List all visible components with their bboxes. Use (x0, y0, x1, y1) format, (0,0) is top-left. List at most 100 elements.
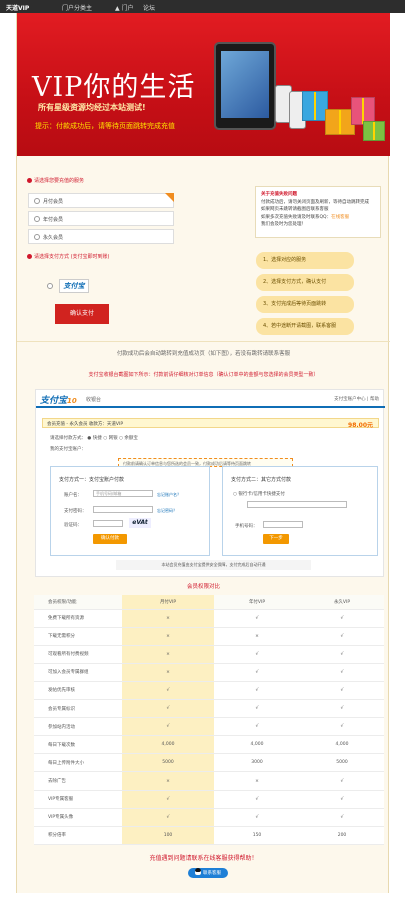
comparison-value: 5000 (122, 753, 214, 773)
comparison-value: √ (214, 699, 300, 719)
radio-icon[interactable] (34, 216, 40, 222)
tablet-image (214, 42, 276, 130)
comparison-feature: 可加入会员专属群组 (34, 663, 122, 682)
radio-icon[interactable] (47, 283, 53, 289)
notice-line: 付款成功后，请勿关闭页面及刷新，等待自动跳转完成 (261, 199, 369, 205)
comparison-header: 会员权限/功能 (34, 595, 122, 610)
comparison-row: 下载无需积分 × × √ (34, 627, 384, 646)
comparison-value: 4,000 (214, 735, 300, 755)
comparison-title: 会员权限对比 (186, 584, 220, 590)
comparison-row: 积分倍率 100 150 200 (34, 826, 384, 846)
notice-line: 如果多次充值失败请及时联系QQ：在线客服 (261, 214, 375, 222)
comparison-row: 可观看所有付费视频 × √ √ (34, 645, 384, 664)
nav-item-portal-category[interactable]: 门户分类主 (62, 3, 92, 12)
notice-box: 关于充值失败问题 付款成功后，请勿关闭页面及刷新，等待自动跳转完成 如果网页未跳… (255, 186, 381, 238)
comparison-value: √ (300, 645, 384, 664)
confirm-pay-button[interactable]: 确认支付 (55, 304, 109, 324)
alipay-order-bar: 会员充值 - 永久会员 收款方：天道VIP 98.00元 (42, 418, 379, 429)
top-nav-bar: 天道VIP 门户分类主 ▲ 门户 论坛 (0, 0, 405, 13)
comparison-value: √ (122, 717, 214, 737)
alipay-cashier-screenshot: 支付宝10 收银台 支付宝账户中心 | 帮助 会员充值 - 永久会员 收款方：天… (35, 389, 385, 577)
comparison-value: √ (122, 790, 214, 809)
comparison-value: √ (300, 717, 384, 737)
option-monthly[interactable]: 月付会员 (28, 193, 174, 208)
notice-contact-link[interactable]: 在线客服 (331, 215, 349, 220)
nav-item-portal[interactable]: ▲ 门户 (115, 3, 134, 12)
comparison-value: √ (300, 699, 384, 719)
comparison-value: √ (300, 663, 384, 682)
comparison-value: √ (300, 771, 384, 791)
comparison-header: 永久VIP (300, 595, 384, 610)
forgot-account-link[interactable]: 忘记账户名？ (157, 492, 181, 498)
section-line-1: 付款成功后会自动跳转到充值成功页（如下图），若没有跳转请联系客服 (116, 351, 291, 357)
notice-line: 如果网页未跳转请截图后联系客服 (261, 207, 329, 212)
vip-service-label: 请选择您要充值的服务 (27, 177, 84, 184)
alipay-header: 支付宝10 收银台 支付宝账户中心 | 帮助 (36, 390, 385, 408)
alipay-logo[interactable]: 支付宝 (59, 279, 89, 293)
banner-title: VIP你的生活 (32, 72, 196, 103)
comparison-value: √ (122, 699, 214, 719)
notice-tail: 我们会及时为您处理！ (261, 222, 306, 227)
comparison-value: √ (300, 681, 384, 701)
comparison-value: × (122, 609, 214, 628)
comparison-feature: 去除广告 (34, 771, 122, 791)
nav-item-portal-label: 门户 (121, 5, 134, 12)
alipay-bank-option-label: 银行卡/信用卡快捷支付 (238, 492, 285, 497)
comparison-feature: 每日上传附件大小 (34, 753, 122, 773)
comparison-header: 年付VIP (214, 595, 300, 610)
comparison-feature: 可观看所有付费视频 (34, 645, 122, 664)
comparison-feature: 每日下载次数 (34, 735, 122, 755)
alipay-header-logo: 支付宝10 (40, 393, 77, 406)
option-yearly[interactable]: 年付会员 (28, 211, 174, 226)
alipay-card-input[interactable] (247, 501, 347, 508)
nav-item-home[interactable]: 天道VIP (6, 3, 29, 12)
comparison-value: √ (214, 808, 300, 827)
comparison-value: × (214, 771, 300, 791)
vip-banner: VIP你的生活 所有星级资源均经过本站测试! 提示：付款成功后，请等待页面跳转完… (17, 13, 390, 156)
alipay-method-one-card: 支付方式一：支付宝账户付款 账户名： 手机号码/邮箱 忘记账户名？ 支付密码： … (50, 466, 210, 556)
forgot-password-link[interactable]: 忘记密码？ (157, 508, 177, 514)
comparison-value: √ (214, 609, 300, 628)
pay-method-hint: (支付宝即时到账) (70, 254, 110, 260)
comparison-row: VIP专属客服 √ √ √ (34, 790, 384, 809)
comparison-value: √ (214, 645, 300, 664)
section-line-2: 支付宝收银台截图如下所示：付款前请仔细核对订单信息（确认订单中的金额与您选择的会… (88, 372, 319, 378)
comparison-value: √ (300, 627, 384, 646)
alipay-pay-button[interactable]: 确认付款 (93, 534, 127, 544)
comparison-value: √ (300, 808, 384, 827)
comparison-row: 会员专属标识 √ √ √ (34, 699, 384, 719)
alipay-account-row: 我的支付宝账户： (50, 447, 86, 452)
step-1: 1、选择对应的服务 (256, 252, 354, 269)
nav-item-forum[interactable]: 论坛 (143, 3, 155, 12)
captcha-image[interactable]: eVAt (129, 518, 151, 528)
banner-hint: 提示：付款成功后，请等待页面跳转完成充值 (35, 122, 175, 130)
alipay-cashier-label: 收银台 (86, 397, 102, 403)
divider (17, 341, 390, 342)
option-monthly-label: 月付会员 (43, 199, 64, 205)
option-permanent[interactable]: 永久会员 (28, 229, 174, 244)
radio-icon[interactable] (34, 234, 40, 240)
alipay-account-link[interactable]: 支付宝账户中心 | 帮助 (334, 396, 379, 402)
radio-icon[interactable]: ○ (233, 492, 237, 497)
alipay-account-input[interactable]: 手机号码/邮箱 (93, 490, 153, 497)
alipay-order-amount: 98.00元 (348, 422, 373, 429)
comparison-feature: VIP专属客服 (34, 790, 122, 809)
alipay-order-text: 会员充值 - 永久会员 收款方：天道VIP (47, 422, 124, 427)
alipay-captcha-input[interactable] (93, 520, 123, 527)
alipay-pay-method-row[interactable]: 请选择付款方式： ● 快捷 ○ 网银 ○ 余额宝 (50, 435, 138, 441)
banner-subtitle: 所有星级资源均经过本站测试! (38, 103, 146, 112)
qq-contact-button[interactable]: 联系客服 (188, 868, 228, 878)
alipay-phone-input[interactable] (263, 521, 303, 528)
alipay-next-button[interactable]: 下一步 (263, 534, 289, 544)
step-4: 4、若中途断开请截图，联系客服 (256, 318, 354, 335)
radio-icon[interactable] (34, 198, 40, 204)
alipay-password-input[interactable] (93, 506, 153, 513)
comparison-value: × (122, 645, 214, 664)
alipay-method-one-title: 支付方式一：支付宝账户付款 (59, 477, 125, 483)
comparison-value: × (214, 627, 300, 646)
alipay-bank-option[interactable]: ○ 银行卡/信用卡快捷支付 (233, 491, 285, 497)
qq-penguin-icon (195, 868, 201, 875)
comparison-row: VIP专属头像 √ √ √ (34, 808, 384, 827)
comparison-feature: 参加站内活动 (34, 717, 122, 737)
comparison-value: × (122, 627, 214, 646)
